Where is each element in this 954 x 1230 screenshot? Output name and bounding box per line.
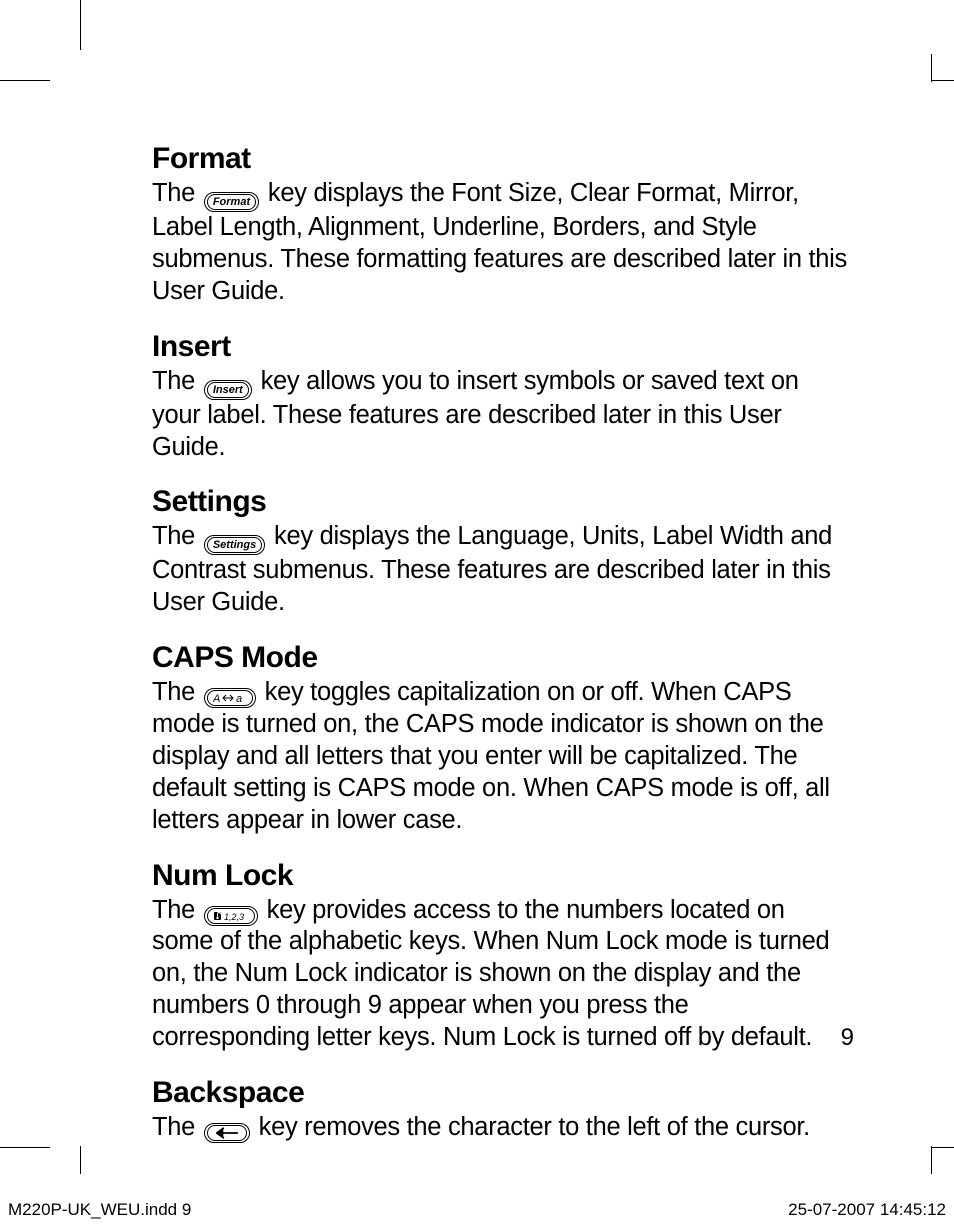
- section-settings: Settings The Settings key displays the L…: [152, 485, 852, 619]
- crop-mark: [80, 1146, 81, 1174]
- text: The: [152, 678, 202, 706]
- crop-mark: [0, 80, 50, 81]
- heading-insert: Insert: [152, 330, 852, 364]
- key-label: Format: [207, 194, 256, 210]
- section-caps: CAPS Mode The Aa key toggles capitalizat…: [152, 641, 852, 836]
- key-glyph: [207, 1125, 247, 1141]
- crop-mark: [931, 1146, 932, 1174]
- backspace-key-icon: [204, 1123, 250, 1143]
- numlock-key-icon: 1,2,3: [204, 906, 258, 926]
- svg-text:1,2,3: 1,2,3: [224, 912, 244, 922]
- svg-text:A: A: [213, 693, 220, 704]
- text: The: [152, 896, 202, 924]
- key-glyph: Aa: [207, 690, 253, 706]
- crop-mark: [0, 1147, 50, 1148]
- key-label: Insert: [207, 382, 249, 398]
- text: The: [152, 367, 202, 395]
- key-label: Settings: [207, 537, 262, 553]
- svg-text:a: a: [236, 693, 242, 704]
- body-caps: The Aa key toggles capitalization on or …: [152, 677, 852, 836]
- crop-mark: [932, 80, 954, 81]
- footer-datetime: 25-07-2007 14:45:12: [788, 1200, 946, 1220]
- heading-settings: Settings: [152, 485, 852, 519]
- heading-backspace: Backspace: [152, 1076, 852, 1110]
- heading-format: Format: [152, 142, 852, 176]
- key-glyph: 1,2,3: [207, 908, 255, 924]
- format-key-icon: Format: [204, 192, 259, 212]
- heading-numlock: Num Lock: [152, 859, 852, 893]
- crop-mark: [80, 0, 81, 50]
- body-format: The Format key displays the Font Size, C…: [152, 178, 852, 308]
- crop-mark: [931, 54, 932, 82]
- footer-filename: M220P-UK_WEU.indd 9: [8, 1200, 191, 1220]
- section-numlock: Num Lock The 1,2,3 key provides access t…: [152, 859, 852, 1054]
- footer: M220P-UK_WEU.indd 9 25-07-2007 14:45:12: [0, 1200, 954, 1220]
- crop-mark: [932, 1147, 954, 1148]
- text: key allows you to insert symbols or save…: [152, 367, 799, 461]
- heading-caps: CAPS Mode: [152, 641, 852, 675]
- text: key removes the character to the left of…: [252, 1113, 810, 1141]
- body-settings: The Settings key displays the Language, …: [152, 521, 852, 619]
- text: The: [152, 522, 202, 550]
- text: The: [152, 179, 202, 207]
- section-backspaceace: Backspace The key removes the character …: [152, 1076, 852, 1144]
- page-number: 9: [841, 1024, 854, 1052]
- text: The: [152, 1113, 202, 1141]
- insert-key-icon: Insert: [204, 380, 252, 400]
- section-insert: Insert The Insert key allows you to inse…: [152, 330, 852, 464]
- section-format: Format The Format key displays the Font …: [152, 142, 852, 308]
- body-numlock: The 1,2,3 key provides access to the num…: [152, 895, 852, 1054]
- page-content: Format The Format key displays the Font …: [152, 142, 852, 1166]
- body-backspace: The key removes the character to the lef…: [152, 1112, 852, 1144]
- body-insert: The Insert key allows you to insert symb…: [152, 366, 852, 464]
- caps-key-icon: Aa: [204, 688, 256, 708]
- settings-key-icon: Settings: [204, 535, 265, 555]
